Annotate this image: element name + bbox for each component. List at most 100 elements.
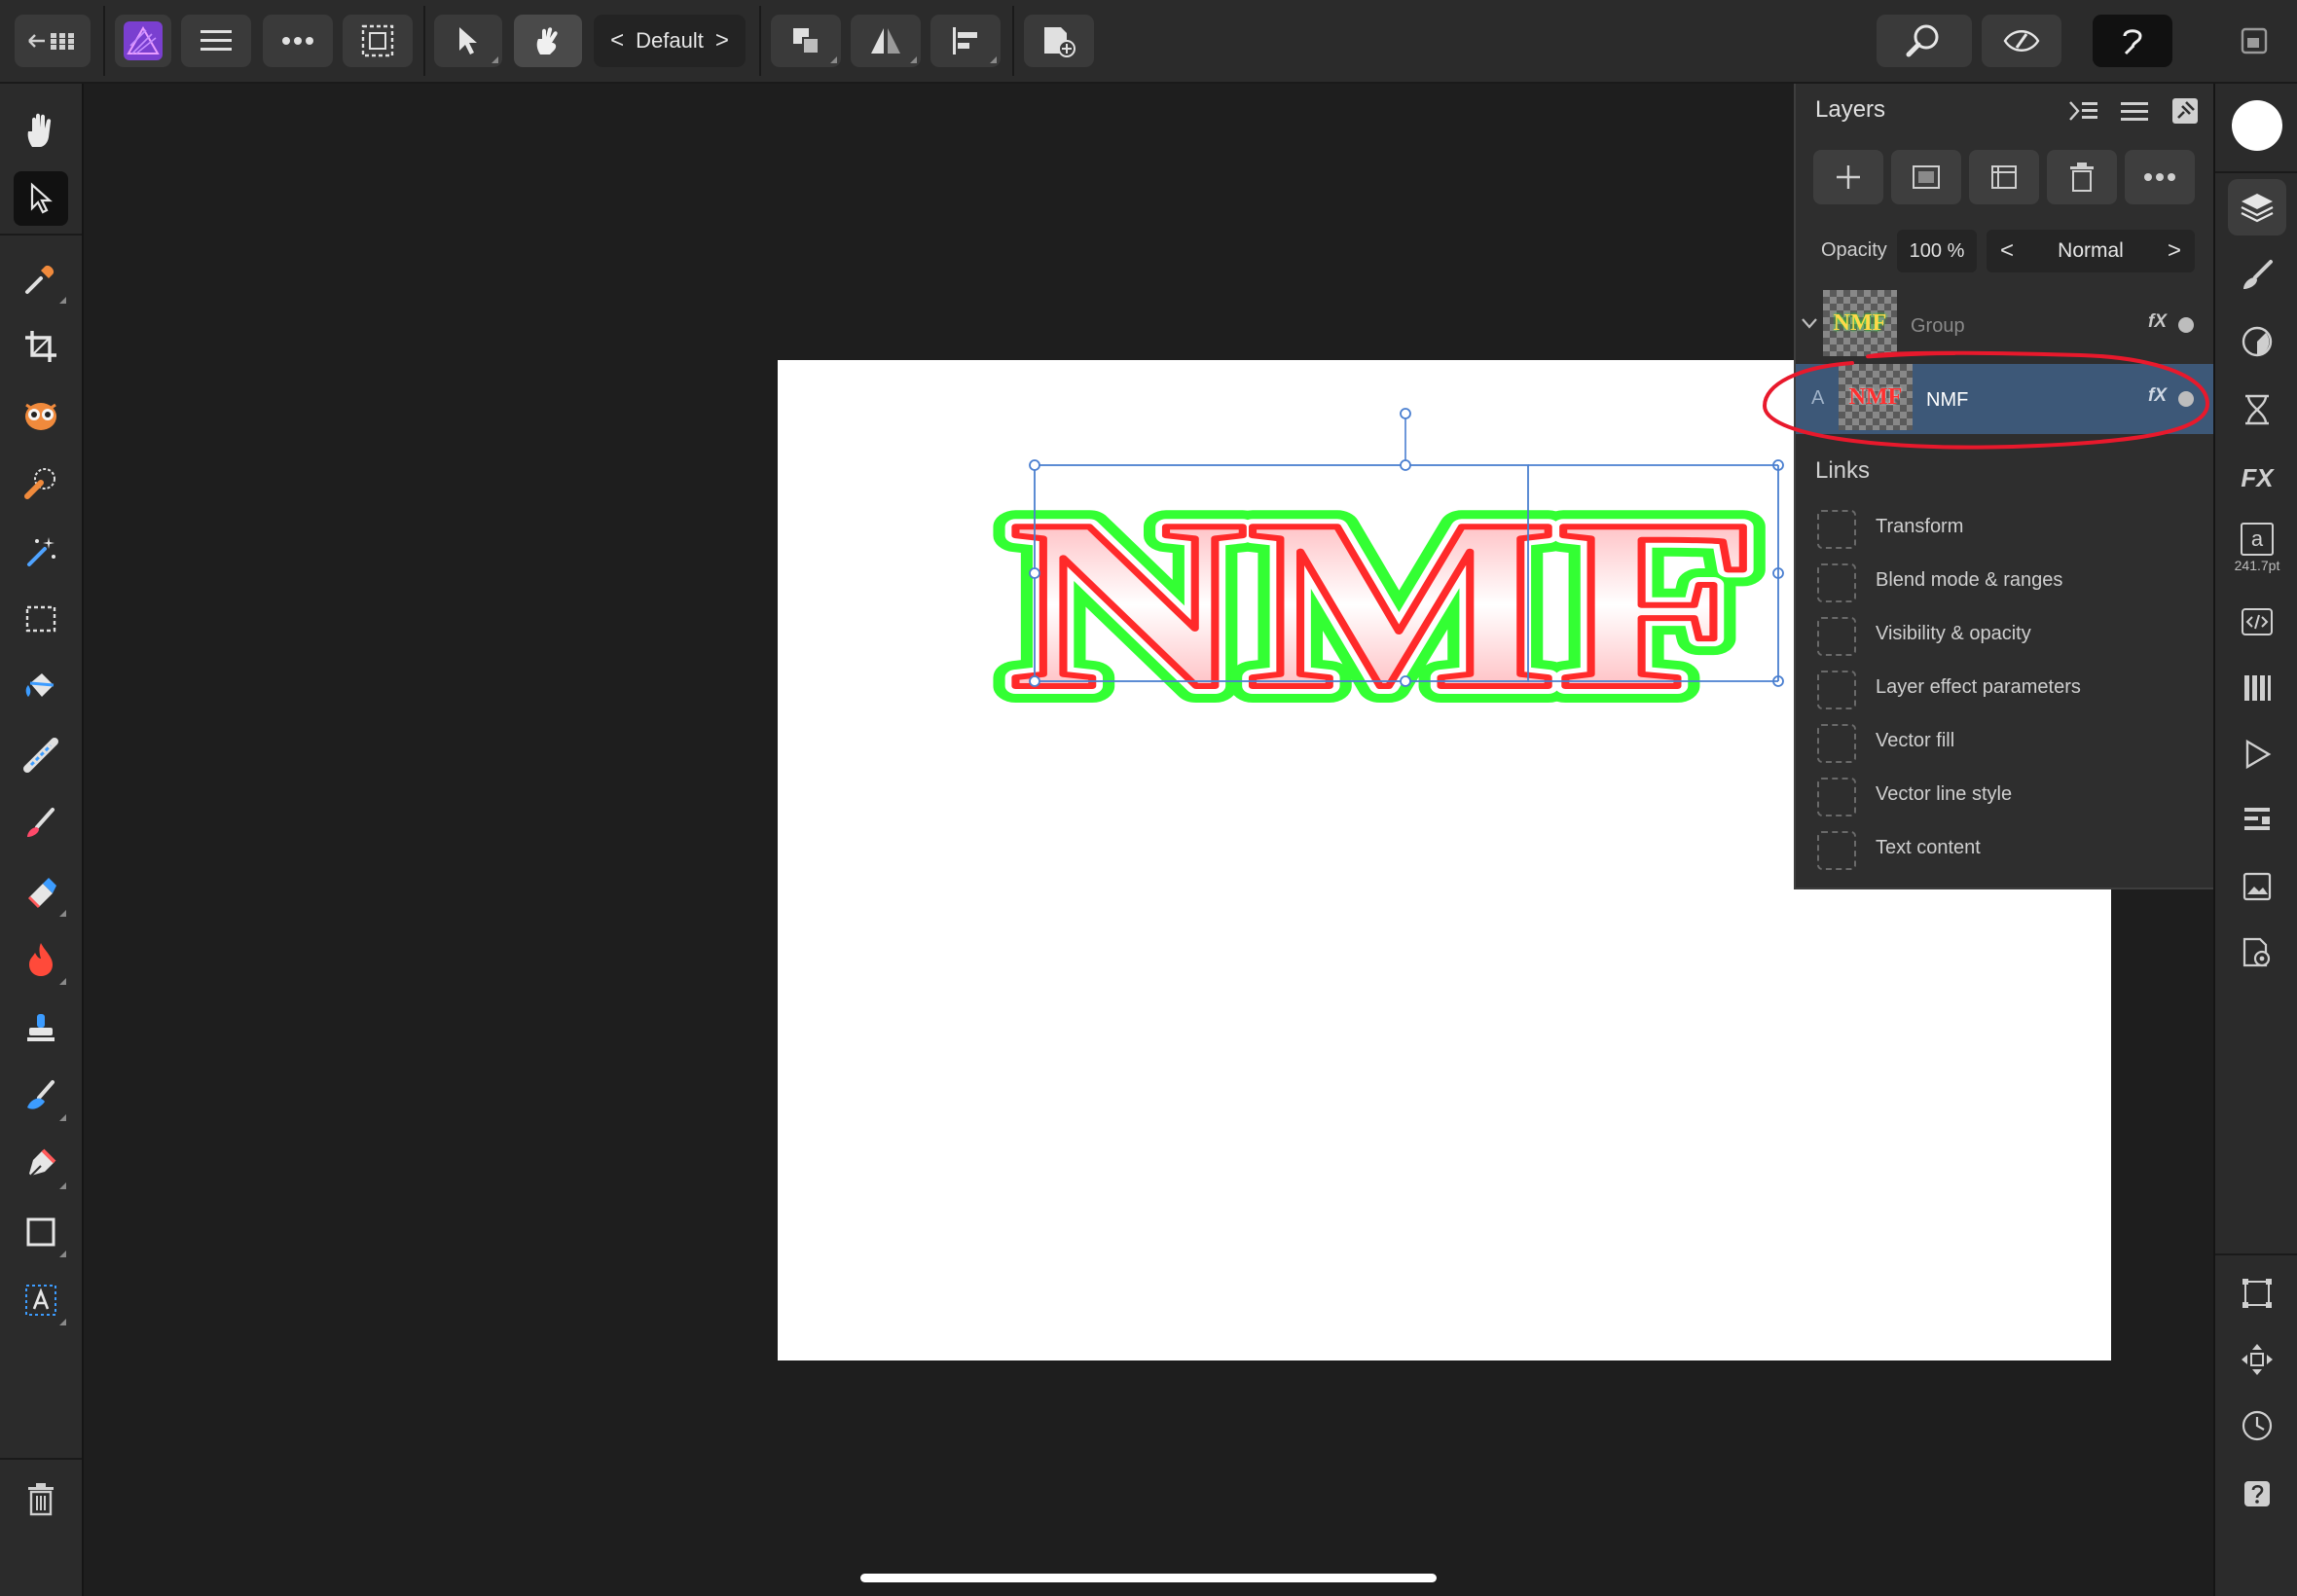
help-button[interactable] <box>2228 1466 2286 1522</box>
window-icon <box>2241 27 2268 54</box>
link-row[interactable]: Visibility & opacity <box>1796 609 2214 660</box>
flip-button[interactable] <box>851 15 921 67</box>
selection-brush-tool[interactable] <box>14 455 68 510</box>
arrange-button[interactable] <box>771 15 841 67</box>
align-button[interactable] <box>930 15 1001 67</box>
resize-handle[interactable] <box>1400 675 1411 687</box>
snapshots-button[interactable] <box>2228 1397 2286 1454</box>
stock-studio-button[interactable] <box>2228 858 2286 915</box>
link-checkbox[interactable] <box>1817 831 1856 870</box>
smudge-tool[interactable] <box>14 1069 68 1123</box>
gradient-tool[interactable] <box>14 728 68 782</box>
back-to-gallery-button[interactable] <box>15 15 91 67</box>
source-studio-button[interactable] <box>2228 594 2286 650</box>
pen-nib-icon <box>29 1148 56 1177</box>
link-row[interactable]: Text content <box>1796 823 2214 874</box>
frame-text-icon <box>25 1285 56 1316</box>
link-checkbox[interactable] <box>1817 724 1856 763</box>
pin-panel-button[interactable] <box>2169 96 2201 126</box>
link-row[interactable]: Vector line style <box>1796 770 2214 820</box>
fx-badge[interactable]: fX <box>2148 311 2167 333</box>
layer-options-button[interactable] <box>2125 150 2195 204</box>
persona-next-button[interactable]: > <box>704 27 741 54</box>
channels-studio-button[interactable] <box>2228 660 2286 716</box>
brush-icon <box>2243 260 2273 289</box>
visibility-dot-icon[interactable] <box>2178 317 2194 333</box>
main-text[interactable]: NMF <box>1006 467 1762 743</box>
hamburger-icon <box>2121 102 2148 121</box>
text-tool[interactable] <box>14 1273 68 1327</box>
delete-button[interactable] <box>14 1471 68 1526</box>
more-options-button[interactable] <box>263 15 333 67</box>
clock-icon <box>2242 1410 2273 1441</box>
document-settings-button[interactable] <box>2228 925 2286 981</box>
fx-studio-button[interactable]: FX <box>2228 450 2286 506</box>
link-row[interactable]: Transform <box>1796 502 2214 553</box>
rotate-handle[interactable] <box>1400 408 1411 419</box>
move-tool[interactable] <box>14 171 68 226</box>
blend-next-button[interactable]: > <box>2154 237 2195 265</box>
link-row[interactable]: Blend mode & ranges <box>1796 556 2214 606</box>
photo-persona-button[interactable] <box>115 15 171 67</box>
group-layer-icon <box>1991 165 2017 189</box>
blend-prev-button[interactable]: < <box>1987 237 2027 265</box>
help-icon <box>2244 1481 2270 1506</box>
liquify-persona-tool[interactable] <box>14 387 68 442</box>
delete-layer-button[interactable] <box>2047 150 2117 204</box>
character-studio-button[interactable]: a 241.7pt <box>2228 516 2286 580</box>
color-swatch-button[interactable] <box>2228 97 2286 154</box>
color-picker-tool[interactable] <box>14 251 68 306</box>
macro-studio-button[interactable] <box>2228 726 2286 782</box>
adjustments-studio-button[interactable] <box>2228 313 2286 370</box>
touch-gesture-button[interactable] <box>514 15 582 67</box>
view-tool[interactable] <box>14 103 68 158</box>
navigator-studio-button[interactable] <box>2228 792 2286 849</box>
link-row[interactable]: Vector fill <box>1796 716 2214 767</box>
home-indicator[interactable] <box>860 1574 1437 1582</box>
collapse-panel-button[interactable] <box>2068 96 2099 126</box>
resize-handle[interactable] <box>1029 567 1040 579</box>
assistant-button[interactable] <box>1982 15 2061 67</box>
flood-select-tool[interactable] <box>14 524 68 578</box>
move-nudge-button[interactable] <box>2228 1331 2286 1388</box>
fill-tool[interactable] <box>14 660 68 714</box>
zoom-view-button[interactable] <box>1877 15 1972 67</box>
insert-button[interactable] <box>1024 15 1094 67</box>
link-checkbox[interactable] <box>1817 563 1856 602</box>
selection-button[interactable] <box>343 15 413 67</box>
layers-studio-button[interactable] <box>2228 179 2286 236</box>
panel-menu-button[interactable] <box>2119 96 2150 126</box>
add-layer-button[interactable] <box>1813 150 1883 204</box>
link-checkbox[interactable] <box>1817 778 1856 816</box>
rectangle-tool[interactable] <box>14 1205 68 1259</box>
move-tool-mode-button[interactable] <box>434 15 502 67</box>
transform-studio-button[interactable] <box>2228 1265 2286 1322</box>
resize-handle[interactable] <box>1029 675 1040 687</box>
chevron-down-icon[interactable] <box>1800 315 1819 331</box>
add-mask-button[interactable] <box>1891 150 1961 204</box>
link-checkbox[interactable] <box>1817 671 1856 709</box>
quick-menu-button[interactable] <box>2093 15 2172 67</box>
brushes-studio-button[interactable] <box>2228 247 2286 304</box>
add-adjustment-button[interactable] <box>1969 150 2039 204</box>
pen-tool[interactable] <box>14 1137 68 1191</box>
menu-button[interactable] <box>181 15 251 67</box>
opacity-field[interactable]: 100 % <box>1897 230 1977 272</box>
persona-prev-button[interactable]: < <box>599 27 636 54</box>
clone-tool[interactable] <box>14 1000 68 1055</box>
fullscreen-button[interactable] <box>2225 15 2283 67</box>
resize-handle[interactable] <box>1029 459 1040 471</box>
channels-icon <box>2244 675 2271 701</box>
link-row[interactable]: Layer effect parameters <box>1796 663 2214 713</box>
blend-mode-select[interactable]: < Normal > <box>1987 230 2195 272</box>
crop-tool[interactable] <box>14 319 68 374</box>
dodge-burn-tool[interactable] <box>14 932 68 987</box>
resize-handle[interactable] <box>1400 459 1411 471</box>
marquee-tool[interactable] <box>14 592 68 646</box>
link-checkbox[interactable] <box>1817 617 1856 656</box>
persona-selector[interactable]: < Default > <box>594 15 746 67</box>
link-checkbox[interactable] <box>1817 510 1856 549</box>
paint-brush-tool[interactable] <box>14 796 68 851</box>
history-studio-button[interactable] <box>2228 381 2286 438</box>
erase-brush-tool[interactable] <box>14 864 68 919</box>
